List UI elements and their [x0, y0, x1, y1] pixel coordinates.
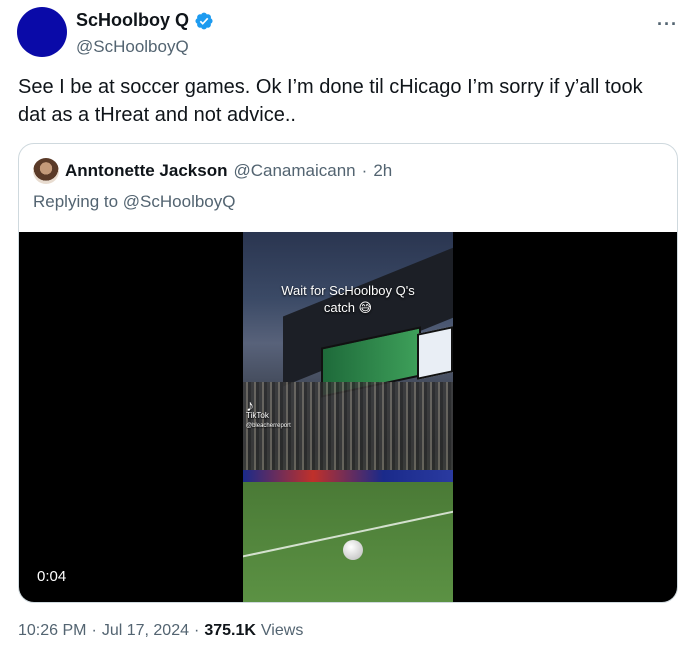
tiktok-watermark-sub: @bleacherreport	[246, 423, 291, 429]
author-name-row: ScHoolboy Q	[76, 10, 214, 31]
meta-separator-2: ·	[194, 622, 200, 639]
verified-badge-icon	[195, 12, 213, 29]
quote-display-name[interactable]: Anntonette Jackson	[65, 161, 227, 181]
tweet-time[interactable]: 10:26 PM	[18, 622, 86, 640]
author-display-name[interactable]: ScHoolboy Q	[76, 10, 189, 31]
tiktok-watermark: ♪ TikTok @bleacherreport	[246, 398, 291, 431]
replying-prefix: Replying to	[33, 192, 119, 211]
more-options-icon[interactable]: ···	[657, 14, 678, 35]
advertising-board	[243, 470, 453, 482]
tweet-date[interactable]: Jul 17, 2024	[102, 622, 189, 640]
video-frame: Wait for ScHoolboy Q's catch 😅 ♪ TikTok …	[243, 232, 453, 602]
soccer-ball	[343, 540, 363, 560]
video-player[interactable]: Wait for ScHoolboy Q's catch 😅 ♪ TikTok …	[19, 232, 677, 602]
author-handle[interactable]: @ScHoolboyQ	[76, 37, 214, 57]
tweet-text: See I be at soccer games. Ok I’m done ti…	[18, 76, 643, 126]
quote-header: Anntonette Jackson @Canamaicann · 2h	[33, 158, 392, 184]
quote-time[interactable]: 2h	[373, 161, 392, 181]
tweet-meta: 10:26 PM · Jul 17, 2024 · 375.1K Views	[18, 622, 303, 640]
tiktok-logo-icon: ♪	[246, 398, 254, 415]
views-label: Views	[260, 622, 304, 639]
replying-mention[interactable]: @ScHoolboyQ	[123, 192, 236, 211]
quote-separator: ·	[361, 161, 368, 180]
video-caption-line1: Wait for ScHoolboy Q's	[281, 283, 415, 298]
video-time: 0:04	[37, 568, 67, 585]
tiktok-watermark-text: TikTok	[246, 411, 269, 420]
author-block: ScHoolboy Q @ScHoolboyQ	[76, 10, 214, 57]
quoted-tweet[interactable]: Anntonette Jackson @Canamaicann · 2h Rep…	[18, 143, 678, 603]
meta-separator-1: ·	[91, 622, 97, 639]
author-avatar[interactable]	[17, 7, 67, 57]
views-count: 375.1K	[204, 622, 256, 639]
video-caption-line2: catch 😅	[323, 300, 373, 315]
quote-avatar[interactable]	[33, 158, 59, 184]
replying-to-line: Replying to @ScHoolboyQ	[33, 192, 236, 212]
video-caption: Wait for ScHoolboy Q's catch 😅	[243, 282, 453, 316]
quote-handle[interactable]: @Canamaicann	[233, 161, 355, 181]
stadium-screen	[417, 326, 453, 380]
